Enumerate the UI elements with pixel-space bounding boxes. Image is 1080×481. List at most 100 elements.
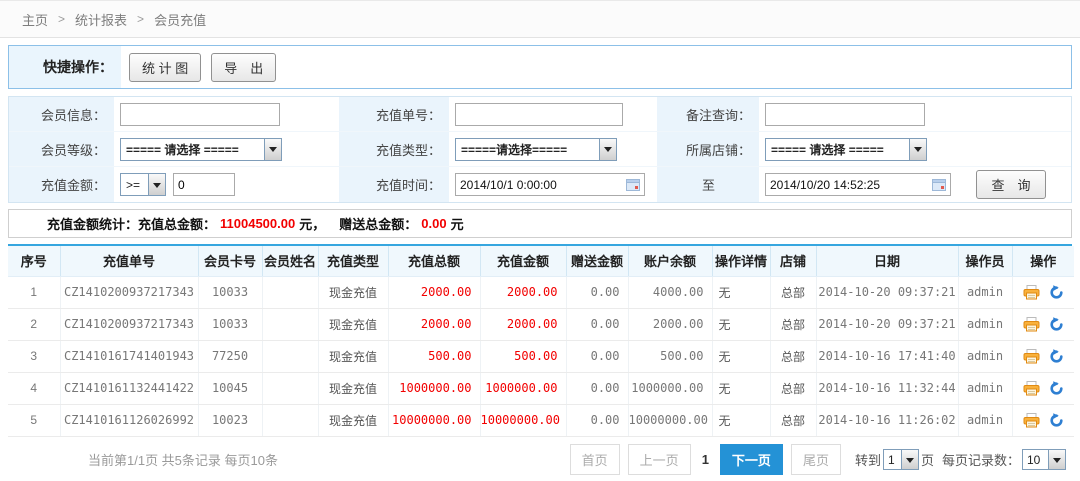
cell-total: 1000000.00	[388, 372, 480, 404]
summary-total-value: 11004500.00	[220, 216, 295, 231]
recharge-no-label: 充值单号：	[339, 97, 449, 132]
table-row: 5CZ141016112602699210023现金充值10000000.001…	[8, 404, 1074, 436]
column-header-gift: 赠送金额	[566, 246, 628, 276]
shop-value: ===== 请选择 =====	[771, 141, 884, 158]
cell-no: 2	[8, 308, 60, 340]
column-header-actions: 操作	[1012, 246, 1074, 276]
goto-page-value: 1	[888, 453, 895, 467]
summary-total-unit: 元，	[299, 214, 325, 233]
column-header-date: 日期	[816, 246, 958, 276]
column-header-operator: 操作员	[958, 246, 1012, 276]
cell-actions	[1012, 404, 1074, 436]
cell-no: 3	[8, 340, 60, 372]
refund-refresh-icon[interactable]	[1049, 285, 1064, 300]
column-header-total: 充值总额	[388, 246, 480, 276]
cell-detail: 无	[712, 372, 770, 404]
refund-refresh-icon[interactable]	[1049, 381, 1064, 396]
summary-gift-label: 赠送总金额：	[339, 214, 417, 233]
time-label: 充值时间：	[339, 167, 449, 202]
prev-page-button[interactable]: 上一页	[628, 444, 691, 475]
current-page-number: 1	[699, 452, 712, 467]
cell-total: 2000.00	[388, 308, 480, 340]
time-from-input[interactable]: 2014/10/1 0:00:00	[455, 173, 645, 196]
breadcrumb-home[interactable]: 主页	[22, 10, 48, 29]
amount-input[interactable]	[173, 173, 235, 196]
amount-operator-select[interactable]: >=	[120, 173, 166, 196]
cell-shop: 总部	[770, 404, 816, 436]
goto-page-select[interactable]: 1	[883, 449, 919, 470]
cell-balance: 10000000.00	[628, 404, 712, 436]
last-page-button[interactable]: 尾页	[791, 444, 841, 475]
recharge-type-value: =====请选择=====	[461, 141, 567, 158]
column-header-detail: 操作详情	[712, 246, 770, 276]
breadcrumb-reports[interactable]: 统计报表	[75, 10, 127, 29]
print-icon[interactable]	[1023, 317, 1040, 332]
cell-detail: 无	[712, 276, 770, 308]
print-icon[interactable]	[1023, 349, 1040, 364]
recharge-type-select[interactable]: =====请选择=====	[455, 138, 617, 161]
goto-suffix: 页	[921, 450, 934, 469]
remark-input[interactable]	[765, 103, 925, 126]
cell-amount: 500.00	[480, 340, 566, 372]
member-level-select[interactable]: ===== 请选择 =====	[120, 138, 282, 161]
amount-operator-value: >=	[126, 178, 140, 192]
table-row: 2CZ141020093721734310033现金充值2000.002000.…	[8, 308, 1074, 340]
refund-refresh-icon[interactable]	[1049, 413, 1064, 428]
first-page-button[interactable]: 首页	[570, 444, 620, 475]
cell-amount: 2000.00	[480, 276, 566, 308]
cell-date: 2014-10-20 09:37:21	[816, 308, 958, 340]
export-button[interactable]: 导 出	[211, 53, 276, 82]
time-to-value: 2014/10/20 14:52:25	[770, 178, 880, 192]
cell-gift: 0.00	[566, 308, 628, 340]
breadcrumb-separator: >	[58, 12, 65, 26]
column-header-balance: 账户余额	[628, 246, 712, 276]
to-label: 至	[657, 167, 759, 202]
refund-refresh-icon[interactable]	[1049, 317, 1064, 332]
cell-balance: 1000000.00	[628, 372, 712, 404]
cell-card: 10045	[198, 372, 262, 404]
next-page-button[interactable]: 下一页	[720, 444, 783, 475]
cell-date: 2014-10-16 11:32:44	[816, 372, 958, 404]
quick-operations-bar: 快捷操作： 统 计 图 导 出	[8, 45, 1072, 89]
cell-balance: 2000.00	[628, 308, 712, 340]
cell-shop: 总部	[770, 276, 816, 308]
cell-card: 77250	[198, 340, 262, 372]
cell-amount: 2000.00	[480, 308, 566, 340]
cell-detail: 无	[712, 404, 770, 436]
cell-shop: 总部	[770, 372, 816, 404]
print-icon[interactable]	[1023, 381, 1040, 396]
calendar-icon[interactable]	[626, 178, 640, 191]
remark-label: 备注查询：	[657, 97, 759, 132]
time-to-input[interactable]: 2014/10/20 14:52:25	[765, 173, 951, 196]
chart-button[interactable]: 统 计 图	[129, 53, 201, 82]
cell-operator: admin	[958, 340, 1012, 372]
cell-gift: 0.00	[566, 404, 628, 436]
amount-label: 充值金额：	[9, 167, 114, 202]
refund-refresh-icon[interactable]	[1049, 349, 1064, 364]
cell-gift: 0.00	[566, 372, 628, 404]
cell-operator: admin	[958, 404, 1012, 436]
print-icon[interactable]	[1023, 413, 1040, 428]
cell-order: CZ1410200937217343	[60, 308, 198, 340]
shop-select[interactable]: ===== 请选择 =====	[765, 138, 927, 161]
search-button[interactable]: 查 询	[976, 170, 1045, 199]
cell-date: 2014-10-20 09:37:21	[816, 276, 958, 308]
cell-shop: 总部	[770, 340, 816, 372]
cell-no: 1	[8, 276, 60, 308]
cell-total: 10000000.00	[388, 404, 480, 436]
per-page-label: 每页记录数：	[942, 450, 1020, 469]
per-page-select[interactable]: 10	[1022, 449, 1066, 470]
recharge-no-input[interactable]	[455, 103, 623, 126]
pagination-bar: 当前第1/1页 共5条记录 每页10条 首页 上一页 1 下一页 尾页 转到 1…	[0, 437, 1080, 481]
cell-order: CZ1410161741401943	[60, 340, 198, 372]
breadcrumb: 主页 > 统计报表 > 会员充值	[0, 0, 1080, 38]
print-icon[interactable]	[1023, 285, 1040, 300]
cell-balance: 4000.00	[628, 276, 712, 308]
cell-order: CZ1410161126026992	[60, 404, 198, 436]
quick-operations-label: 快捷操作：	[9, 46, 121, 88]
member-info-input[interactable]	[120, 103, 280, 126]
shop-label: 所属店铺：	[657, 132, 759, 167]
member-level-value: ===== 请选择 =====	[126, 141, 239, 158]
column-header-name: 会员姓名	[262, 246, 318, 276]
calendar-icon[interactable]	[932, 178, 946, 191]
